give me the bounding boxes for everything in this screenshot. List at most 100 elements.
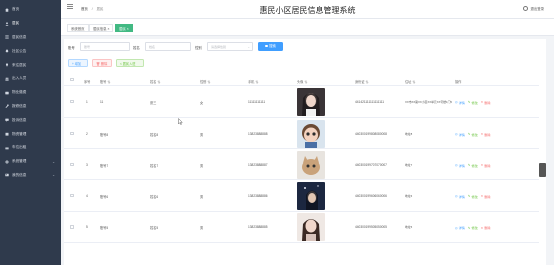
view-button[interactable]: ◎ 详情 [455, 225, 465, 231]
avatar-image [297, 181, 325, 210]
remove-button[interactable]: ✕ 删除 [481, 132, 491, 137]
edit-button[interactable]: ✎ 修改 [468, 194, 478, 199]
remove-button[interactable]: ✕ 删除 [480, 225, 491, 231]
eye-icon: ◎ [455, 100, 458, 104]
tab-resident-info[interactable]: 居民信息 × [89, 23, 114, 32]
sidebar-item-list[interactable]: 居民信息 [0, 31, 61, 45]
tab-resident[interactable]: 居民 × [115, 23, 133, 32]
edit-button[interactable]: ✎ 修改 [468, 225, 478, 231]
tab-home[interactable]: 系统首页 [67, 23, 89, 32]
cell-account: 账号5 [100, 226, 109, 231]
edit-label: 修改 [471, 100, 478, 105]
scrollbar-handle[interactable] [539, 163, 546, 177]
row-checkbox[interactable] [70, 225, 74, 229]
col-idcard[interactable]: 身份证 ⇅ [355, 79, 369, 84]
add-button[interactable]: + 增加 [68, 59, 88, 67]
cell-address: 地址6 [405, 193, 413, 198]
select-all-checkbox[interactable] [70, 77, 74, 82]
search-button[interactable]: 搜索 [258, 42, 283, 51]
sidebar-item-label: 社区公告 [12, 48, 27, 53]
edit-button[interactable]: ✎ 修改 [468, 132, 478, 137]
list-icon [5, 35, 9, 39]
sidebar-item-box[interactable]: 物资管理 [0, 127, 61, 141]
sidebar-item-bell[interactable]: 社区公告 [0, 44, 61, 58]
row-actions: ◎ 详情 ✎ 修改 ✕ 删除 [455, 100, 493, 105]
cell-idcard: 440300199808080008 [355, 131, 387, 136]
cell-idcard: 440300199606060006 [355, 193, 387, 198]
pencil-icon: ✎ [467, 132, 471, 136]
tabs-bar: 系统首页 居民信息 × 居民 × [61, 19, 554, 36]
sidebar-item-pin[interactable]: 来往居民 [0, 58, 61, 72]
col-gender[interactable]: 性别 ⇅ [200, 79, 210, 84]
avatar-image [297, 150, 325, 179]
row-checkbox[interactable] [70, 162, 74, 167]
sidebar-item-wrench[interactable]: 报修信息 [0, 100, 61, 114]
remove-button[interactable]: ✕ 删除 [481, 194, 491, 199]
view-label: 详情 [458, 100, 465, 105]
table-body: 1 11 张三女 11111111111 441421111111111111 XX市XX… [64, 86, 539, 243]
cell-index: 5 [86, 225, 88, 230]
view-button[interactable]: ◎ 详情 [455, 163, 465, 168]
search-gender-label: 性别 [195, 45, 202, 50]
view-label: 详情 [458, 226, 465, 231]
delete-button[interactable]: 🗑 删除 [92, 59, 112, 67]
sidebar-item-message[interactable]: 投诉信息 [0, 113, 61, 127]
view-button[interactable]: ◎ 详情 [455, 100, 465, 105]
sidebar-item-home[interactable]: 首页 [0, 3, 61, 17]
col-phone[interactable]: 手机 ⇅ [248, 79, 258, 84]
remove-label: 删除 [484, 163, 491, 168]
cell-gender: 男 [200, 226, 204, 231]
user-icon [5, 22, 9, 26]
gender-select-placeholder: 请选择性别 [211, 45, 227, 49]
edit-label: 修改 [471, 132, 478, 137]
cell-gender: 女 [200, 100, 204, 105]
sidebar-item-id[interactable]: 我的信息 ⌄ [0, 169, 61, 183]
search-account-input[interactable]: 账号 [80, 42, 130, 51]
col-address-label: 住址 [405, 79, 412, 84]
sidebar-item-label: 居民信息 [12, 34, 27, 39]
row-checkbox[interactable] [70, 131, 74, 136]
row-checkbox[interactable] [70, 193, 74, 198]
cell-phone: 13823888886 [248, 193, 268, 198]
gear-icon [5, 160, 9, 164]
row-actions: ◎ 详情 ✎ 修改 ✕ 删除 [455, 194, 493, 199]
sidebar-item-label: 车位出租 [12, 145, 27, 150]
sidebar-item-gear[interactable]: 系统管理 ⌄ [0, 155, 61, 169]
eye-icon: ◎ [455, 194, 458, 199]
table-row: 1 11 张三女 11111111111 441421111111111111 XX市XX… [64, 86, 539, 118]
col-address[interactable]: 住址 ⇅ [405, 79, 415, 84]
col-idcard-label: 身份证 [355, 79, 365, 84]
sidebar-item-user[interactable]: 居民 [0, 17, 61, 31]
row-checkbox[interactable] [70, 99, 74, 104]
sidebar-item-wallet[interactable]: 物业缴费 [0, 86, 61, 100]
cell-account: 账号7 [100, 163, 109, 168]
resident-checkin-button[interactable]: < 居民入驻 [116, 59, 144, 67]
search-gender-select[interactable]: 请选择性别 ⌄ [207, 42, 253, 51]
sidebar-item-label: 物资管理 [12, 131, 27, 136]
cell-index: 4 [86, 193, 88, 198]
edit-button[interactable]: ✎ 修改 [468, 100, 478, 105]
trash-icon: ✕ [480, 194, 484, 199]
col-account-label: 账号 [100, 79, 107, 84]
trash-icon: ✕ [480, 225, 484, 230]
chevron-down-icon: ⌄ [247, 45, 250, 49]
remove-button[interactable]: ✕ 删除 [481, 100, 491, 105]
remove-button[interactable]: ✕ 删除 [481, 163, 491, 168]
col-avatar-label: 头像 [297, 79, 304, 84]
view-button[interactable]: ◎ 详情 [455, 194, 465, 199]
sidebar: 首页居民居民信息社区公告来往居民 出入人员 物业缴费 报修信息 投诉信息物资管理车位出租… [0, 0, 61, 265]
col-account[interactable]: 账号 ⇅ [100, 79, 110, 84]
sidebar-item-label: 首页 [12, 7, 20, 12]
view-label: 详情 [458, 163, 465, 168]
col-avatar[interactable]: 头像 ⇅ [297, 79, 307, 84]
view-button[interactable]: ◎ 详情 [455, 132, 465, 137]
edit-label: 修改 [471, 163, 478, 168]
sidebar-item-people[interactable]: 出入人员 [0, 72, 61, 86]
search-name-input[interactable]: 姓名 [145, 42, 191, 51]
cell-name: 姓名8 [150, 132, 159, 137]
sidebar-item-car[interactable]: 车位出租 [0, 141, 61, 155]
col-name[interactable]: 姓名 ⇅ [150, 79, 160, 84]
cell-name: 姓名5 [150, 226, 159, 231]
logout-button[interactable]: 退出登录 [523, 6, 544, 11]
edit-button[interactable]: ✎ 修改 [468, 163, 478, 168]
